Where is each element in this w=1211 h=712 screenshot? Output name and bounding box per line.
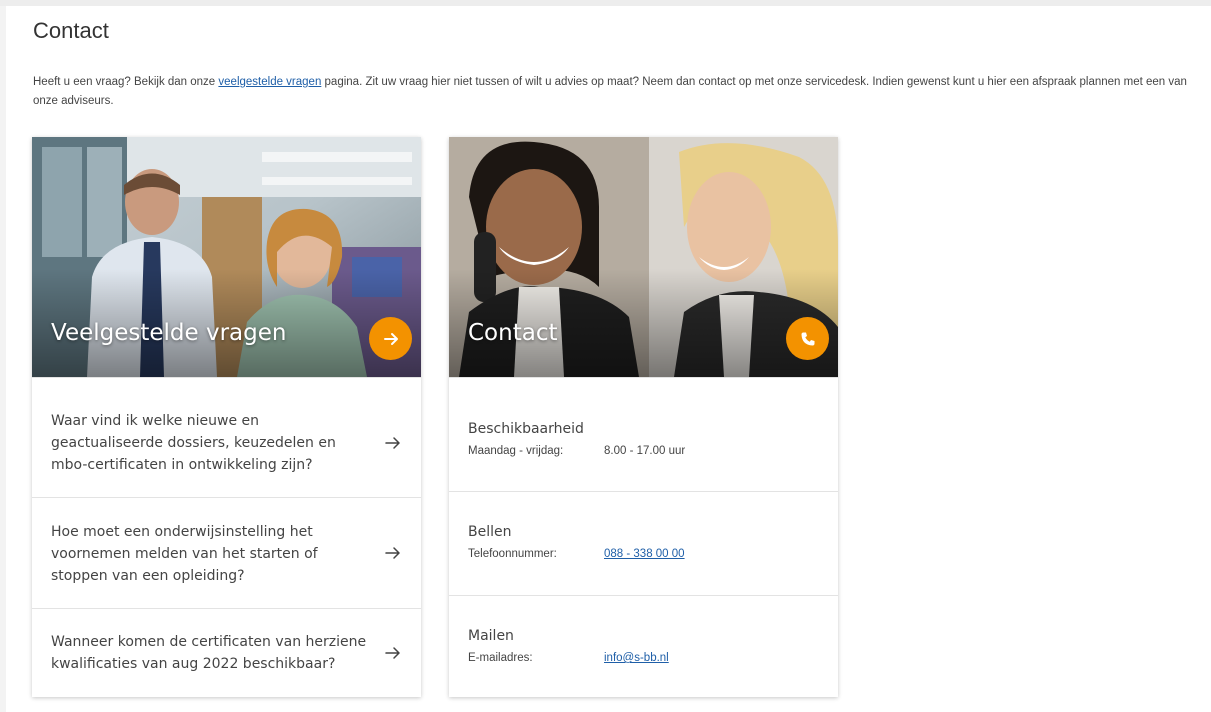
phone-block: Bellen Telefoonnummer: 088 - 338 00 00	[449, 491, 838, 595]
faq-card-title: Veelgestelde vragen	[51, 320, 287, 346]
contact-phone-button[interactable]	[786, 317, 829, 360]
contact-card: Contact Beschikbaarheid Maandag - vrijda…	[449, 137, 838, 697]
faq-hero[interactable]: Veelgestelde vragen	[32, 137, 421, 377]
phone-icon	[801, 332, 814, 345]
phone-link[interactable]: 088 - 338 00 00	[604, 548, 685, 560]
arrow-right-icon	[385, 437, 400, 449]
faq-link[interactable]: veelgestelde vragen	[218, 76, 321, 88]
arrow-right-icon	[383, 332, 398, 345]
arrow-right-icon	[385, 547, 400, 559]
contact-card-title: Contact	[468, 320, 558, 346]
faq-card: Veelgestelde vragen Waar vind ik welke n…	[32, 137, 421, 697]
availability-heading: Beschikbaarheid	[468, 421, 584, 437]
faq-item[interactable]: Hoe moet een onderwijsinstelling het voo…	[32, 497, 421, 608]
top-bar	[0, 0, 1211, 6]
faq-arrow-button[interactable]	[369, 317, 412, 360]
availability-block: Beschikbaarheid Maandag - vrijdag: 8.00 …	[449, 377, 838, 491]
email-label: E-mailadres:	[468, 652, 533, 664]
left-edge	[0, 6, 6, 712]
faq-item[interactable]: Waar vind ik welke nieuwe en geactualise…	[32, 377, 421, 497]
availability-value: 8.00 - 17.00 uur	[604, 445, 686, 457]
faq-question: Wanneer komen de certificaten van herzie…	[51, 634, 367, 672]
email-block: Mailen E-mailadres: info@s-bb.nl	[449, 595, 838, 697]
arrow-right-icon	[385, 647, 400, 659]
email-link[interactable]: info@s-bb.nl	[604, 652, 669, 664]
faq-question: Waar vind ik welke nieuwe en geactualise…	[51, 413, 336, 473]
intro-text-start: Heeft u een vraag? Bekijk dan onze	[33, 76, 219, 88]
phone-heading: Bellen	[468, 524, 512, 540]
phone-label: Telefoonnummer:	[468, 548, 557, 560]
intro-text: Heeft u een vraag? Bekijk dan onze veelg…	[33, 73, 1203, 111]
faq-item[interactable]: Wanneer komen de certificaten van herzie…	[32, 608, 421, 697]
email-heading: Mailen	[468, 628, 514, 644]
faq-question: Hoe moet een onderwijsinstelling het voo…	[51, 524, 318, 584]
page-title: Contact	[33, 18, 109, 43]
availability-label: Maandag - vrijdag:	[468, 445, 564, 457]
contact-hero[interactable]: Contact	[449, 137, 838, 377]
